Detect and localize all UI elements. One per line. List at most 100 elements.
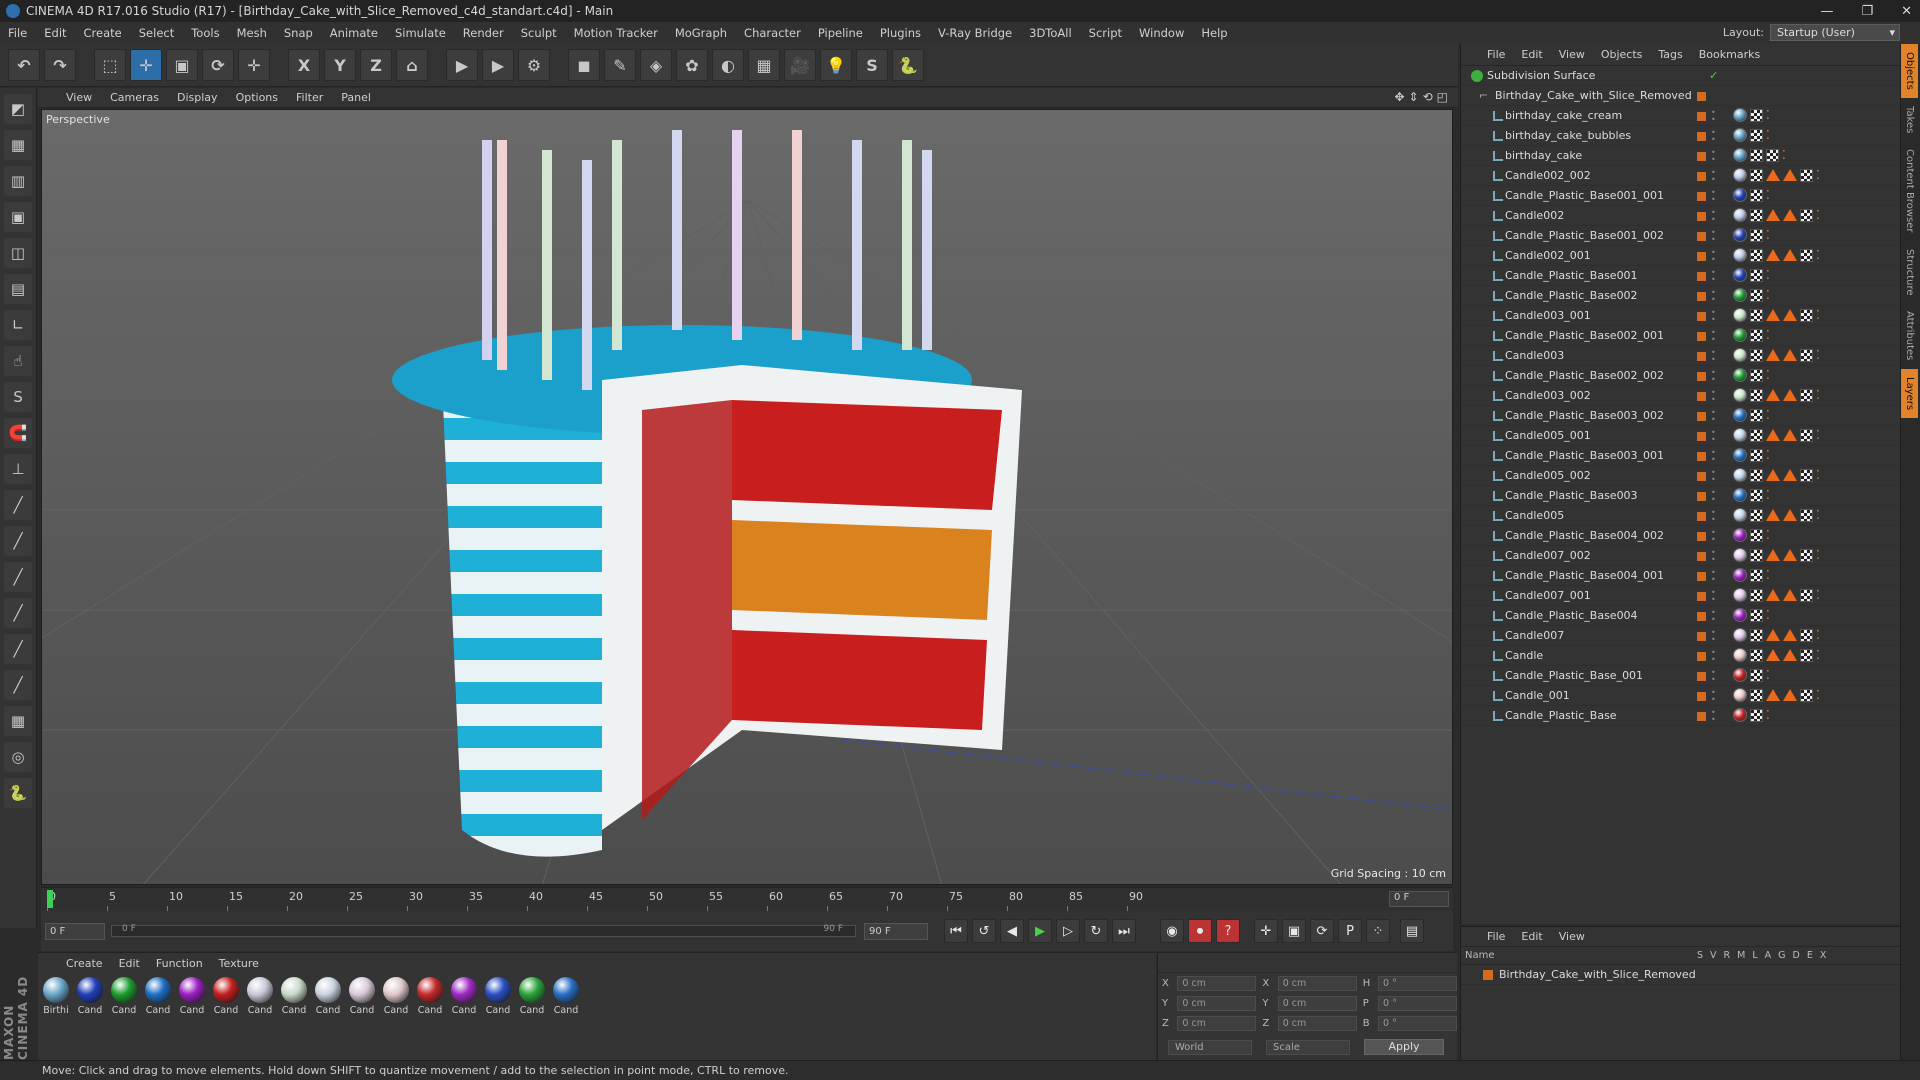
go-to-start-icon[interactable]: ⏮ xyxy=(944,919,968,943)
object-row[interactable]: Candle007_002 • • ⁚ xyxy=(1461,546,1900,566)
menu-item-window[interactable]: Window xyxy=(1139,26,1184,40)
phong-tag-icon[interactable] xyxy=(1766,589,1780,601)
undo-icon[interactable]: ↶ xyxy=(8,49,40,81)
editor-render-dots-icon[interactable]: • • xyxy=(1711,189,1716,204)
material-tag-icon[interactable] xyxy=(1733,108,1747,122)
object-row[interactable]: Candle005_001 • • ⁚ xyxy=(1461,426,1900,446)
material-tag-icon[interactable] xyxy=(1733,448,1747,462)
phong-dots-icon[interactable]: ⁚ xyxy=(1766,708,1770,722)
material-tag-icon[interactable] xyxy=(1733,648,1747,662)
param-key-icon[interactable]: P xyxy=(1338,919,1362,943)
material-swatch[interactable]: Cand xyxy=(314,977,342,1016)
left-tool-12-icon[interactable]: ╱ xyxy=(4,526,32,556)
editor-render-dots-icon[interactable]: • • xyxy=(1711,309,1716,324)
visibility-toggle[interactable] xyxy=(1697,112,1706,121)
texture-tag-icon[interactable] xyxy=(1750,648,1763,662)
phong-tag-icon[interactable] xyxy=(1766,429,1780,441)
material-swatch[interactable]: Cand xyxy=(178,977,206,1016)
layer-column-d[interactable]: D xyxy=(1793,950,1800,961)
phong-tag-icon[interactable] xyxy=(1766,689,1780,701)
texture-tag-icon[interactable] xyxy=(1800,468,1813,482)
visibility-toggle[interactable] xyxy=(1697,632,1706,641)
visibility-toggle[interactable] xyxy=(1697,472,1706,481)
phong-dots-icon[interactable]: ⁚ xyxy=(1816,308,1820,322)
editor-render-dots-icon[interactable]: • • xyxy=(1711,589,1716,604)
texture-tag-icon[interactable] xyxy=(1750,428,1763,442)
rotate-key-icon[interactable]: ⟳ xyxy=(1310,919,1334,943)
previous-key-icon[interactable]: ↺ xyxy=(972,919,996,943)
material-tag-icon[interactable] xyxy=(1733,708,1747,722)
menu-item-help[interactable]: Help xyxy=(1201,26,1227,40)
texture-tag-icon[interactable] xyxy=(1800,388,1813,402)
material-tag-icon[interactable] xyxy=(1733,428,1747,442)
texture-tag-icon[interactable] xyxy=(1750,548,1763,562)
phong-dots-icon[interactable]: ⁚ xyxy=(1766,488,1770,502)
left-tool-14-icon[interactable]: ╱ xyxy=(4,598,32,628)
left-tool-17-icon[interactable]: ▦ xyxy=(4,706,32,736)
layer-menu-view[interactable]: View xyxy=(1559,930,1585,943)
object-row[interactable]: Candle_Plastic_Base004 • • ⁚ xyxy=(1461,606,1900,626)
side-tab-layers[interactable]: Layers xyxy=(1901,368,1918,418)
left-tool-16-icon[interactable]: ╱ xyxy=(4,670,32,700)
phong-tag-icon[interactable] xyxy=(1766,469,1780,481)
editor-render-dots-icon[interactable]: • • xyxy=(1711,109,1716,124)
object-row-root[interactable]: Subdivision Surface ✓ xyxy=(1461,66,1900,86)
size-field[interactable]: 0 cm xyxy=(1277,1015,1357,1031)
menu-item-script[interactable]: Script xyxy=(1089,26,1122,40)
texture-tag-icon[interactable] xyxy=(1800,208,1813,222)
editor-render-dots-icon[interactable]: • • xyxy=(1711,349,1716,364)
phong-dots-icon[interactable]: ⁚ xyxy=(1816,248,1820,262)
texture-tag-icon[interactable] xyxy=(1750,108,1763,122)
step-forward-icon[interactable]: ▷ xyxy=(1056,919,1080,943)
texture-tag-icon[interactable] xyxy=(1750,628,1763,642)
texture-tag-icon[interactable] xyxy=(1800,548,1813,562)
editor-render-dots-icon[interactable]: • • xyxy=(1711,329,1716,344)
phong-dots-icon[interactable]: ⁚ xyxy=(1766,528,1770,542)
left-tool-8-icon[interactable]: S xyxy=(4,382,32,412)
phong-dots-icon[interactable]: ⁚ xyxy=(1766,408,1770,422)
editor-render-dots-icon[interactable]: • • xyxy=(1711,409,1716,424)
render-view-icon[interactable]: ▶ xyxy=(446,49,478,81)
phong-dots-icon[interactable]: ⁚ xyxy=(1816,208,1820,222)
editor-render-dots-icon[interactable]: • • xyxy=(1711,289,1716,304)
material-tag-icon[interactable] xyxy=(1733,248,1747,262)
left-tool-19-icon[interactable]: 🐍 xyxy=(4,778,32,808)
texture-tag-icon[interactable] xyxy=(1750,268,1763,282)
object-row[interactable]: Candle003_002 • • ⁚ xyxy=(1461,386,1900,406)
phong-dots-icon[interactable]: ⁚ xyxy=(1816,548,1820,562)
phong-dots-icon[interactable]: ⁚ xyxy=(1816,628,1820,642)
phong-dots-icon[interactable]: ⁚ xyxy=(1766,128,1770,142)
material-tag-icon[interactable] xyxy=(1733,588,1747,602)
material-tag-icon[interactable] xyxy=(1733,228,1747,242)
subdivision-icon[interactable]: ◈ xyxy=(640,49,672,81)
visibility-toggle[interactable] xyxy=(1697,172,1706,181)
material-swatch[interactable]: Birthi xyxy=(42,977,70,1016)
phong-tag-icon[interactable] xyxy=(1783,649,1797,661)
phong-tag-icon[interactable] xyxy=(1766,209,1780,221)
phong-dots-icon[interactable]: ⁚ xyxy=(1766,288,1770,302)
texture-tag-icon[interactable] xyxy=(1800,648,1813,662)
playhead-marker[interactable] xyxy=(47,890,53,908)
material-tag-icon[interactable] xyxy=(1733,388,1747,402)
editor-render-dots-icon[interactable]: • • xyxy=(1711,649,1716,664)
editor-render-dots-icon[interactable]: • • xyxy=(1711,489,1716,504)
phong-tag-icon[interactable] xyxy=(1783,509,1797,521)
last-tool-icon[interactable]: ✛ xyxy=(238,49,270,81)
python-icon[interactable]: 🐍 xyxy=(892,49,924,81)
phong-tag-icon[interactable] xyxy=(1783,549,1797,561)
object-row-group[interactable]: ⌐ Birthday_Cake_with_Slice_Removed xyxy=(1461,86,1900,106)
texture-tag-icon[interactable] xyxy=(1750,188,1763,202)
material-tag-icon[interactable] xyxy=(1733,608,1747,622)
phong-dots-icon[interactable]: ⁚ xyxy=(1766,608,1770,622)
texture-tag-icon[interactable] xyxy=(1750,688,1763,702)
editor-render-dots-icon[interactable]: • • xyxy=(1711,469,1716,484)
layer-column-e[interactable]: E xyxy=(1807,950,1813,961)
scale-key-icon[interactable]: ▣ xyxy=(1282,919,1306,943)
left-tool-5-icon[interactable]: ▤ xyxy=(4,274,32,304)
texture-tag-icon[interactable] xyxy=(1750,248,1763,262)
material-tag-icon[interactable] xyxy=(1733,148,1747,162)
material-swatch[interactable]: Cand xyxy=(280,977,308,1016)
visibility-toggle[interactable] xyxy=(1697,192,1706,201)
menu-item-v-ray-bridge[interactable]: V-Ray Bridge xyxy=(938,26,1012,40)
current-frame-field[interactable]: 0 F xyxy=(1389,891,1449,907)
